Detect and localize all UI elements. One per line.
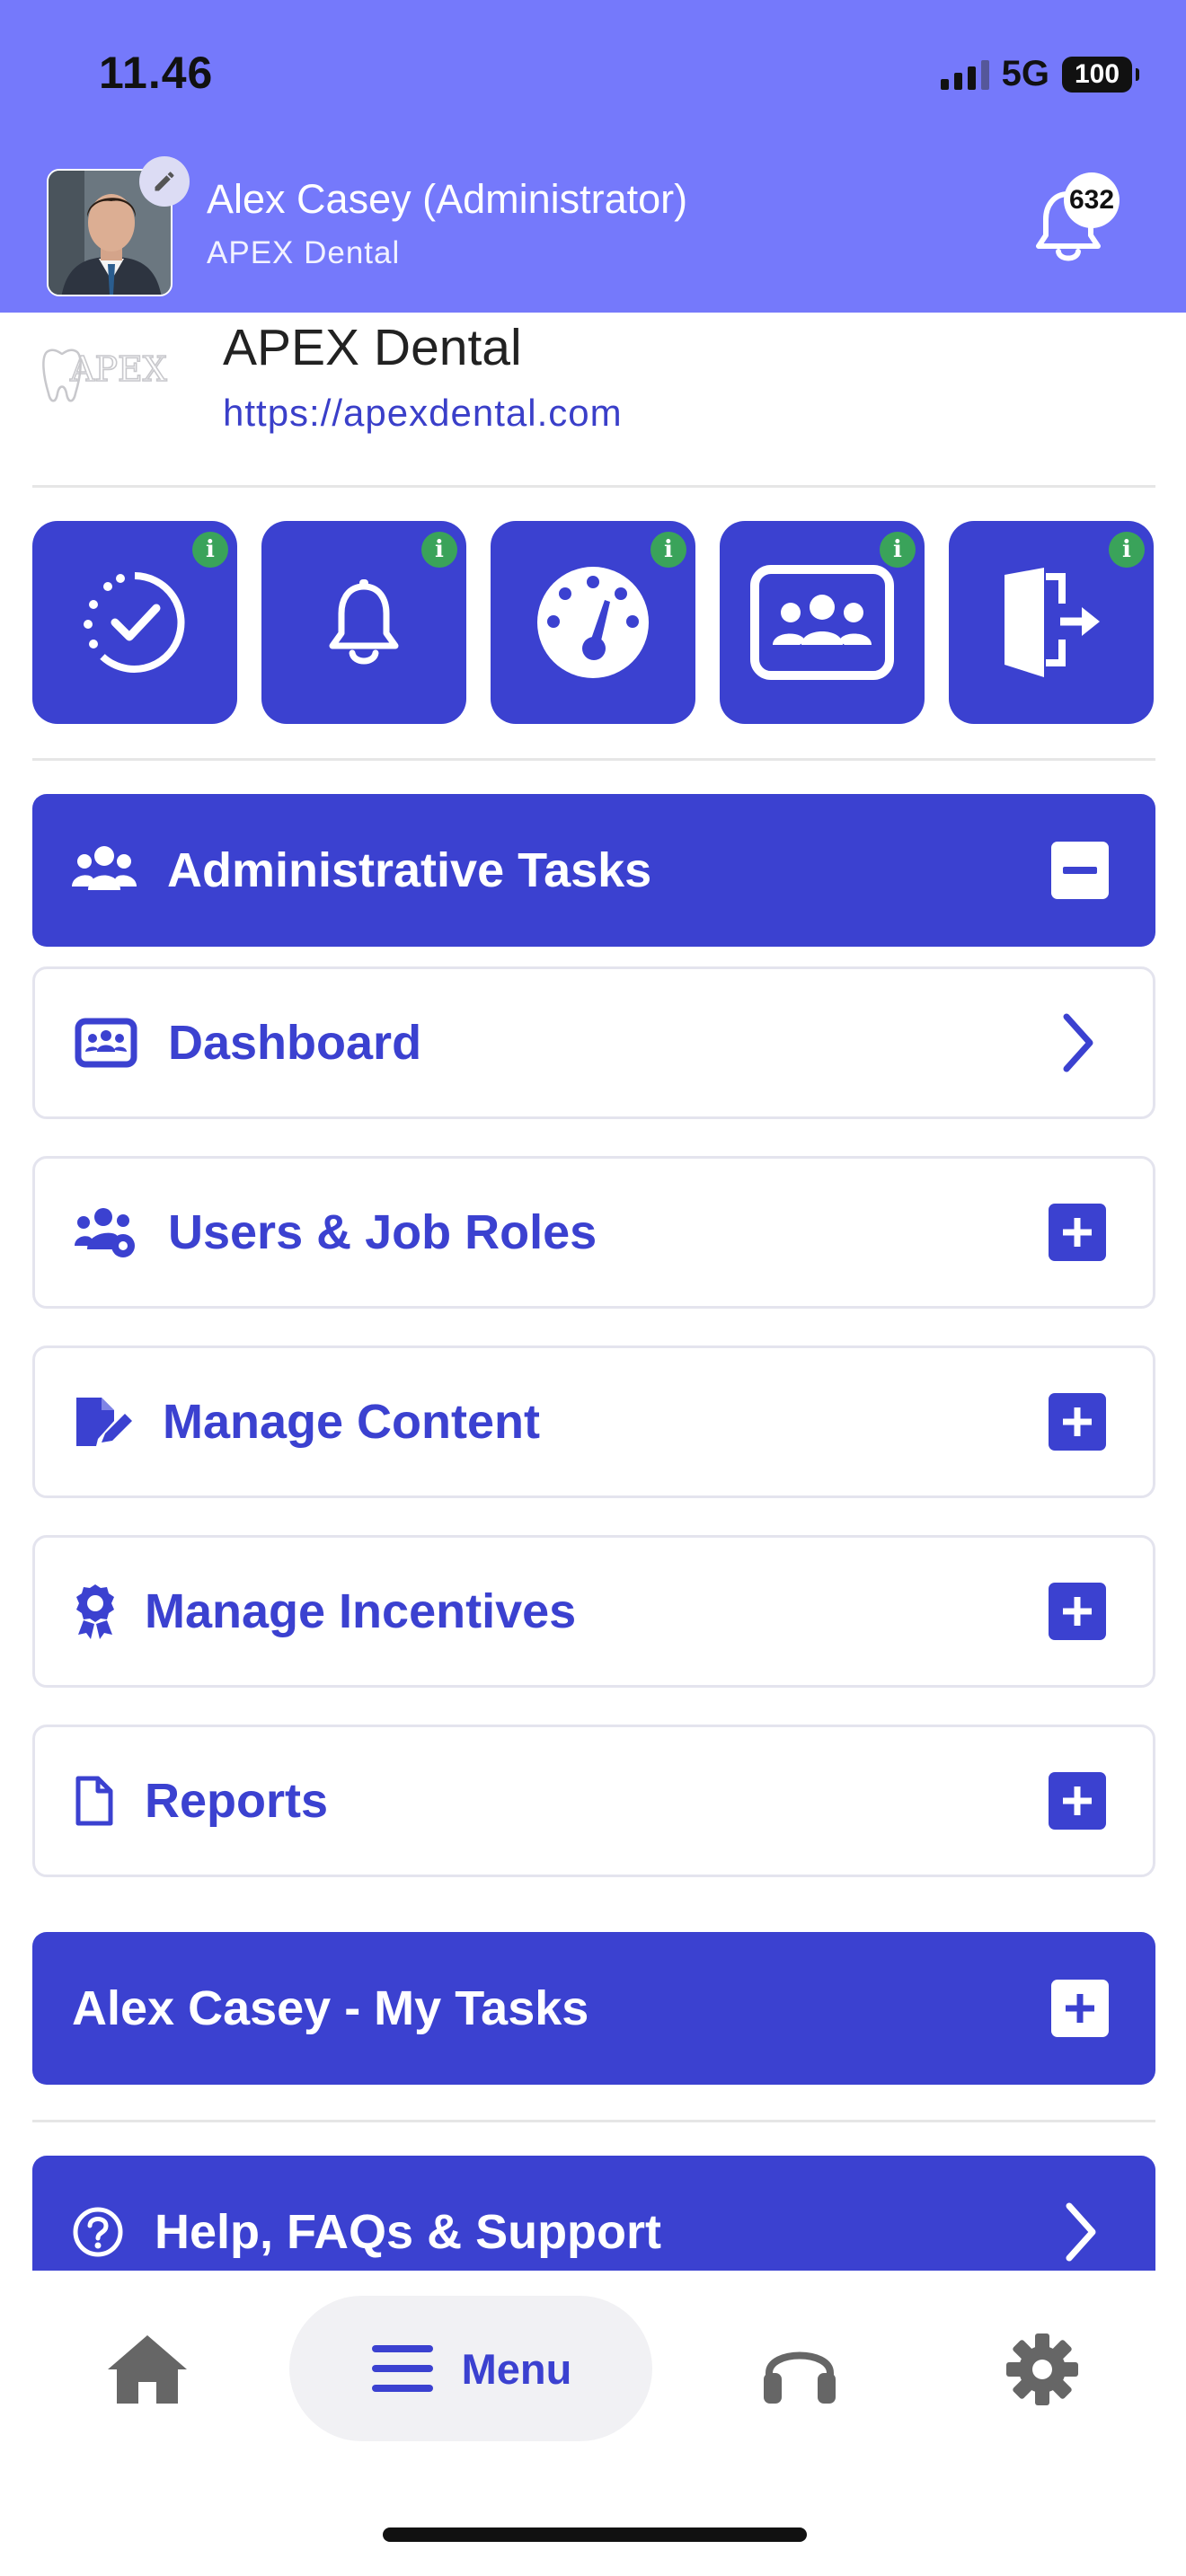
info-icon[interactable]: i — [421, 532, 457, 568]
plus-icon — [1049, 1204, 1106, 1261]
org-logo: APEX — [38, 340, 190, 411]
edit-profile-button[interactable] — [139, 156, 190, 207]
plus-icon — [1049, 1583, 1106, 1640]
menu-item-label: Users & Job Roles — [168, 1205, 597, 1259]
collapse-button[interactable] — [1051, 842, 1109, 899]
app-header: 11.46 5G 100 Alex Casey (Administrator) … — [0, 0, 1186, 313]
logout-door-icon — [1005, 568, 1100, 677]
expand-button[interactable] — [1051, 1980, 1109, 2037]
quick-action-performance[interactable]: i — [491, 521, 695, 724]
section-label: Administrative Tasks — [167, 843, 652, 897]
info-icon[interactable]: i — [880, 532, 916, 568]
status-indicators: 5G 100 — [940, 54, 1139, 94]
award-icon — [75, 1583, 116, 1640]
menu-item-users-job-roles[interactable]: Users & Job Roles — [32, 1156, 1155, 1309]
section-my-tasks[interactable]: Alex Casey - My Tasks — [32, 1932, 1155, 2085]
expand-button[interactable] — [1049, 1393, 1106, 1451]
plus-icon — [1049, 1393, 1106, 1451]
expand-button[interactable] — [1049, 1204, 1106, 1261]
plus-icon — [1051, 1980, 1109, 2037]
question-circle-icon — [72, 2206, 124, 2258]
expand-button[interactable] — [1049, 1772, 1106, 1830]
expand-button[interactable] — [1049, 1583, 1106, 1640]
quick-action-dashboard[interactable]: i — [720, 521, 925, 724]
nav-home-button[interactable] — [101, 2325, 194, 2414]
nav-menu-label: Menu — [461, 2344, 572, 2393]
divider — [32, 758, 1155, 761]
info-icon[interactable]: i — [651, 532, 686, 568]
org-website-link[interactable]: https://apexdental.com — [223, 392, 623, 435]
dashboard-icon — [75, 1018, 137, 1068]
menu-item-dashboard[interactable]: Dashboard — [32, 966, 1155, 1119]
status-time: 11.46 — [99, 48, 214, 98]
signal-icon — [940, 59, 989, 90]
nav-menu-button[interactable]: Menu — [289, 2296, 652, 2441]
file-edit-icon — [75, 1394, 134, 1450]
menu-item-manage-incentives[interactable]: Manage Incentives — [32, 1535, 1155, 1688]
network-type: 5G — [1001, 54, 1049, 93]
quick-action-notifications[interactable]: i — [261, 521, 466, 724]
team-board-icon — [750, 565, 894, 680]
info-icon[interactable]: i — [1109, 532, 1145, 568]
hamburger-icon — [371, 2345, 433, 2392]
section-administrative-tasks[interactable]: Administrative Tasks — [32, 794, 1155, 947]
minus-icon — [1051, 842, 1109, 899]
battery-icon: 100 — [1062, 56, 1139, 93]
home-indicator — [383, 2527, 807, 2542]
divider — [32, 2120, 1155, 2122]
menu-item-manage-content[interactable]: Manage Content — [32, 1345, 1155, 1498]
user-organization: APEX Dental — [207, 235, 401, 270]
nav-settings-button[interactable] — [1003, 2325, 1082, 2414]
pencil-icon — [155, 172, 174, 191]
headphones-icon — [764, 2351, 836, 2404]
section-label: Alex Casey - My Tasks — [72, 1981, 589, 2035]
menu-item-label: Manage Content — [163, 1395, 541, 1449]
menu-item-label: Manage Incentives — [145, 1584, 577, 1638]
notification-count-badge: 632 — [1064, 172, 1120, 228]
home-icon — [108, 2335, 187, 2404]
users-icon — [72, 843, 137, 897]
menu-item-reports[interactable]: Reports — [32, 1725, 1155, 1877]
user-name: Alex Casey (Administrator) — [207, 176, 688, 222]
section-label: Help, FAQs & Support — [155, 2205, 662, 2259]
menu-item-label: Dashboard — [168, 1016, 422, 1070]
bell-icon — [329, 579, 399, 665]
chevron-right-icon — [1062, 2201, 1100, 2263]
svg-text:APEX: APEX — [69, 349, 167, 389]
gauge-icon — [537, 567, 649, 678]
chevron-right-icon — [1059, 1011, 1097, 1074]
plus-icon — [1049, 1772, 1106, 1830]
menu-item-label: Reports — [145, 1774, 329, 1828]
org-name: APEX Dental — [223, 319, 522, 376]
nav-support-button[interactable] — [757, 2325, 843, 2414]
gear-icon — [1006, 2333, 1078, 2405]
document-icon — [75, 1775, 114, 1827]
info-icon[interactable]: i — [192, 532, 228, 568]
quick-action-logout[interactable]: i — [949, 521, 1154, 724]
users-cog-icon — [75, 1204, 139, 1260]
quick-action-progress[interactable]: i — [32, 521, 237, 724]
progress-check-icon — [84, 572, 185, 673]
divider — [32, 485, 1155, 488]
